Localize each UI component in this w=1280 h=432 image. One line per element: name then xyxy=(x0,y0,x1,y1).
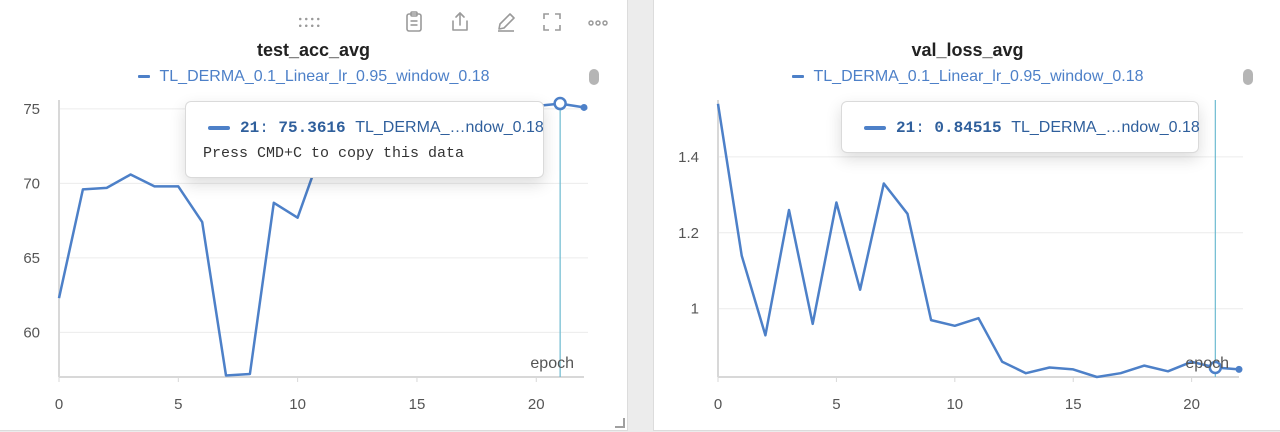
x-tick-label: 0 xyxy=(714,396,722,413)
chart-panel-test-acc: test_acc_avg TL_DERMA_0.1_Linear_lr_0.95… xyxy=(0,0,628,431)
data-tooltip: 21: 75.3616 TL_DERMA_…ndow_0.18 Press CM… xyxy=(185,101,544,178)
tooltip-step: 21 xyxy=(896,119,916,137)
y-tick-label: 1.2 xyxy=(678,225,699,242)
x-tick-label: 5 xyxy=(832,396,840,413)
data-tooltip: 21: 0.84515 TL_DERMA_…ndow_0.18 xyxy=(841,101,1200,153)
tooltip-swatch xyxy=(864,125,886,130)
x-tick-label: 15 xyxy=(409,396,426,413)
y-tick-label: 65 xyxy=(23,250,40,267)
plot-area[interactable]: 1 1.2 1.4 0 5 10 15 20 epoch xyxy=(654,0,1280,430)
x-tick-label: 15 xyxy=(1065,396,1082,413)
y-tick-label: 75 xyxy=(23,101,40,118)
y-tick-label: 1.4 xyxy=(678,149,699,166)
tooltip-step: 21 xyxy=(240,119,260,137)
series-end-point xyxy=(1235,365,1243,373)
chart-panel-val-loss: val_loss_avg TL_DERMA_0.1_Linear_lr_0.95… xyxy=(653,0,1280,431)
y-tick-label: 70 xyxy=(23,175,40,192)
tooltip-copy-hint: Press CMD+C to copy this data xyxy=(203,145,465,162)
hover-point-marker xyxy=(553,96,567,111)
x-tick-label: 20 xyxy=(528,396,545,413)
series-end-point xyxy=(580,103,588,111)
x-axis-label: epoch xyxy=(1185,355,1229,372)
tooltip-value: 75.3616 xyxy=(278,119,346,137)
tooltip-row: 21: 75.3616 TL_DERMA_…ndow_0.18 xyxy=(208,119,544,137)
tooltip-row: 21: 0.84515 TL_DERMA_…ndow_0.18 xyxy=(864,119,1200,137)
y-tick-label: 60 xyxy=(23,324,40,341)
y-tick-label: 1 xyxy=(691,301,699,318)
x-tick-label: 10 xyxy=(289,396,306,413)
plot-area[interactable]: 60 65 70 75 0 5 10 15 20 epoch xyxy=(0,0,627,430)
tooltip-swatch xyxy=(208,125,230,130)
x-axis-label: epoch xyxy=(530,355,574,372)
x-tick-label: 20 xyxy=(1183,396,1200,413)
resize-handle[interactable] xyxy=(615,418,625,428)
x-tick-label: 10 xyxy=(946,396,963,413)
tooltip-series-name: TL_DERMA_…ndow_0.18 xyxy=(355,119,544,136)
tooltip-series-name: TL_DERMA_…ndow_0.18 xyxy=(1011,119,1200,136)
x-tick-label: 5 xyxy=(174,396,182,413)
tooltip-value: 0.84515 xyxy=(934,119,1002,137)
x-tick-label: 0 xyxy=(55,396,63,413)
